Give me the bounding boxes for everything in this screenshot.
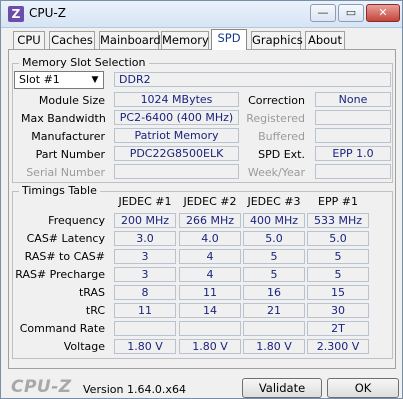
slot-select[interactable]: Slot #1 ▼ (14, 71, 104, 89)
timing-row-label: tRC (85, 304, 105, 317)
timing-cell: 5.0 (243, 231, 305, 246)
validate-button[interactable]: Validate (242, 378, 322, 398)
cpuz-window: Z CPU-Z — ▭ ✕ CPU Caches Mainboard Memor… (0, 0, 403, 399)
buffered-value (315, 128, 391, 143)
timing-cell: 3.0 (114, 231, 176, 246)
spd-ext-value: EPP 1.0 (315, 146, 391, 161)
tab-cpu[interactable]: CPU (13, 31, 45, 49)
manufacturer-label: Manufacturer (31, 130, 105, 143)
timing-cell: 8 (114, 285, 176, 300)
timing-cell: 5 (307, 249, 369, 264)
max-bandwidth-value: PC2-6400 (400 MHz) (114, 110, 239, 125)
column-jedec-1: JEDEC #1 (118, 195, 172, 208)
correction-label: Correction (248, 94, 305, 107)
memory-slot-group-title: Memory Slot Selection (19, 56, 149, 69)
timing-row-label: Frequency (48, 214, 105, 227)
timing-cell: 5 (243, 267, 305, 282)
part-number-value: PDC22G8500ELK (114, 146, 239, 161)
timing-row-label: tRAS (78, 286, 105, 299)
timing-cell: 3 (114, 267, 176, 282)
timing-cell: 266 MHz (179, 213, 241, 228)
chevron-down-icon[interactable]: ▼ (87, 72, 103, 88)
module-size-label: Module Size (38, 94, 105, 107)
buffered-label: Buffered (258, 130, 305, 143)
timing-cell: 11 (179, 285, 241, 300)
timing-cell: 30 (307, 303, 369, 318)
ok-button[interactable]: OK (327, 378, 399, 398)
timing-cell: 4 (179, 249, 241, 264)
spd-ext-label: SPD Ext. (258, 148, 305, 161)
timing-row-label: Command Rate (19, 322, 105, 335)
module-size-value: 1024 MBytes (114, 92, 239, 107)
tab-spd[interactable]: SPD (211, 29, 247, 50)
timings-group-title: Timings Table (19, 184, 100, 197)
timing-cell: 11 (114, 303, 176, 318)
timing-cell: 1.80 V (179, 339, 241, 354)
window-title: CPU-Z (29, 6, 66, 20)
timing-cell: 2T (307, 321, 369, 336)
close-button[interactable]: ✕ (366, 4, 400, 22)
week-year-value (315, 164, 391, 179)
minimize-button[interactable]: — (310, 4, 336, 22)
timing-cell: 5.0 (307, 231, 369, 246)
timing-cell: 533 MHz (307, 213, 369, 228)
manufacturer-value: Patriot Memory (114, 128, 239, 143)
app-icon: Z (8, 6, 24, 22)
timing-cell: 15 (307, 285, 369, 300)
registered-value (315, 110, 391, 125)
tab-caches[interactable]: Caches (49, 31, 95, 49)
tab-memory[interactable]: Memory (161, 31, 209, 49)
max-bandwidth-label: Max Bandwidth (21, 112, 106, 125)
tab-graphics[interactable]: Graphics (251, 31, 303, 49)
timing-row-label: CAS# Latency (26, 232, 105, 245)
column-jedec-3: JEDEC #3 (247, 195, 301, 208)
title-bar[interactable]: Z CPU-Z — ▭ ✕ (1, 1, 402, 28)
correction-value: None (315, 92, 391, 107)
timing-cell: 4.0 (179, 231, 241, 246)
version-text: Version 1.64.0.x64 (83, 383, 186, 396)
timing-row-label: Voltage (63, 340, 105, 353)
column-jedec-2: JEDEC #2 (183, 195, 237, 208)
timing-row-label: RAS# to CAS# (24, 250, 105, 263)
registered-label: Registered (246, 112, 305, 125)
week-year-label: Week/Year (247, 166, 305, 179)
timing-cell: 14 (179, 303, 241, 318)
timing-cell: 3 (114, 249, 176, 264)
part-number-label: Part Number (35, 148, 105, 161)
memory-type-field: DDR2 (114, 72, 391, 87)
timing-row-label: RAS# Precharge (15, 268, 105, 281)
tab-mainboard[interactable]: Mainboard (99, 31, 161, 49)
timing-cell: 400 MHz (243, 213, 305, 228)
timing-cell (114, 321, 176, 336)
timing-cell: 5 (243, 249, 305, 264)
column-epp-1: EPP #1 (318, 195, 358, 208)
cpuz-logo: CPU-Z (11, 377, 72, 397)
timing-cell: 1.80 V (114, 339, 176, 354)
maximize-button[interactable]: ▭ (338, 4, 364, 22)
serial-number-value (114, 164, 239, 179)
timing-cell: 16 (243, 285, 305, 300)
slot-select-value: Slot #1 (19, 73, 60, 86)
timing-cell (179, 321, 241, 336)
timing-cell (243, 321, 305, 336)
timing-cell: 5 (307, 267, 369, 282)
timing-cell: 21 (243, 303, 305, 318)
timing-cell: 2.300 V (307, 339, 369, 354)
timing-cell: 1.80 V (243, 339, 305, 354)
timing-cell: 200 MHz (114, 213, 176, 228)
serial-number-label: Serial Number (26, 166, 105, 179)
timing-cell: 4 (179, 267, 241, 282)
tab-about[interactable]: About (305, 31, 345, 49)
